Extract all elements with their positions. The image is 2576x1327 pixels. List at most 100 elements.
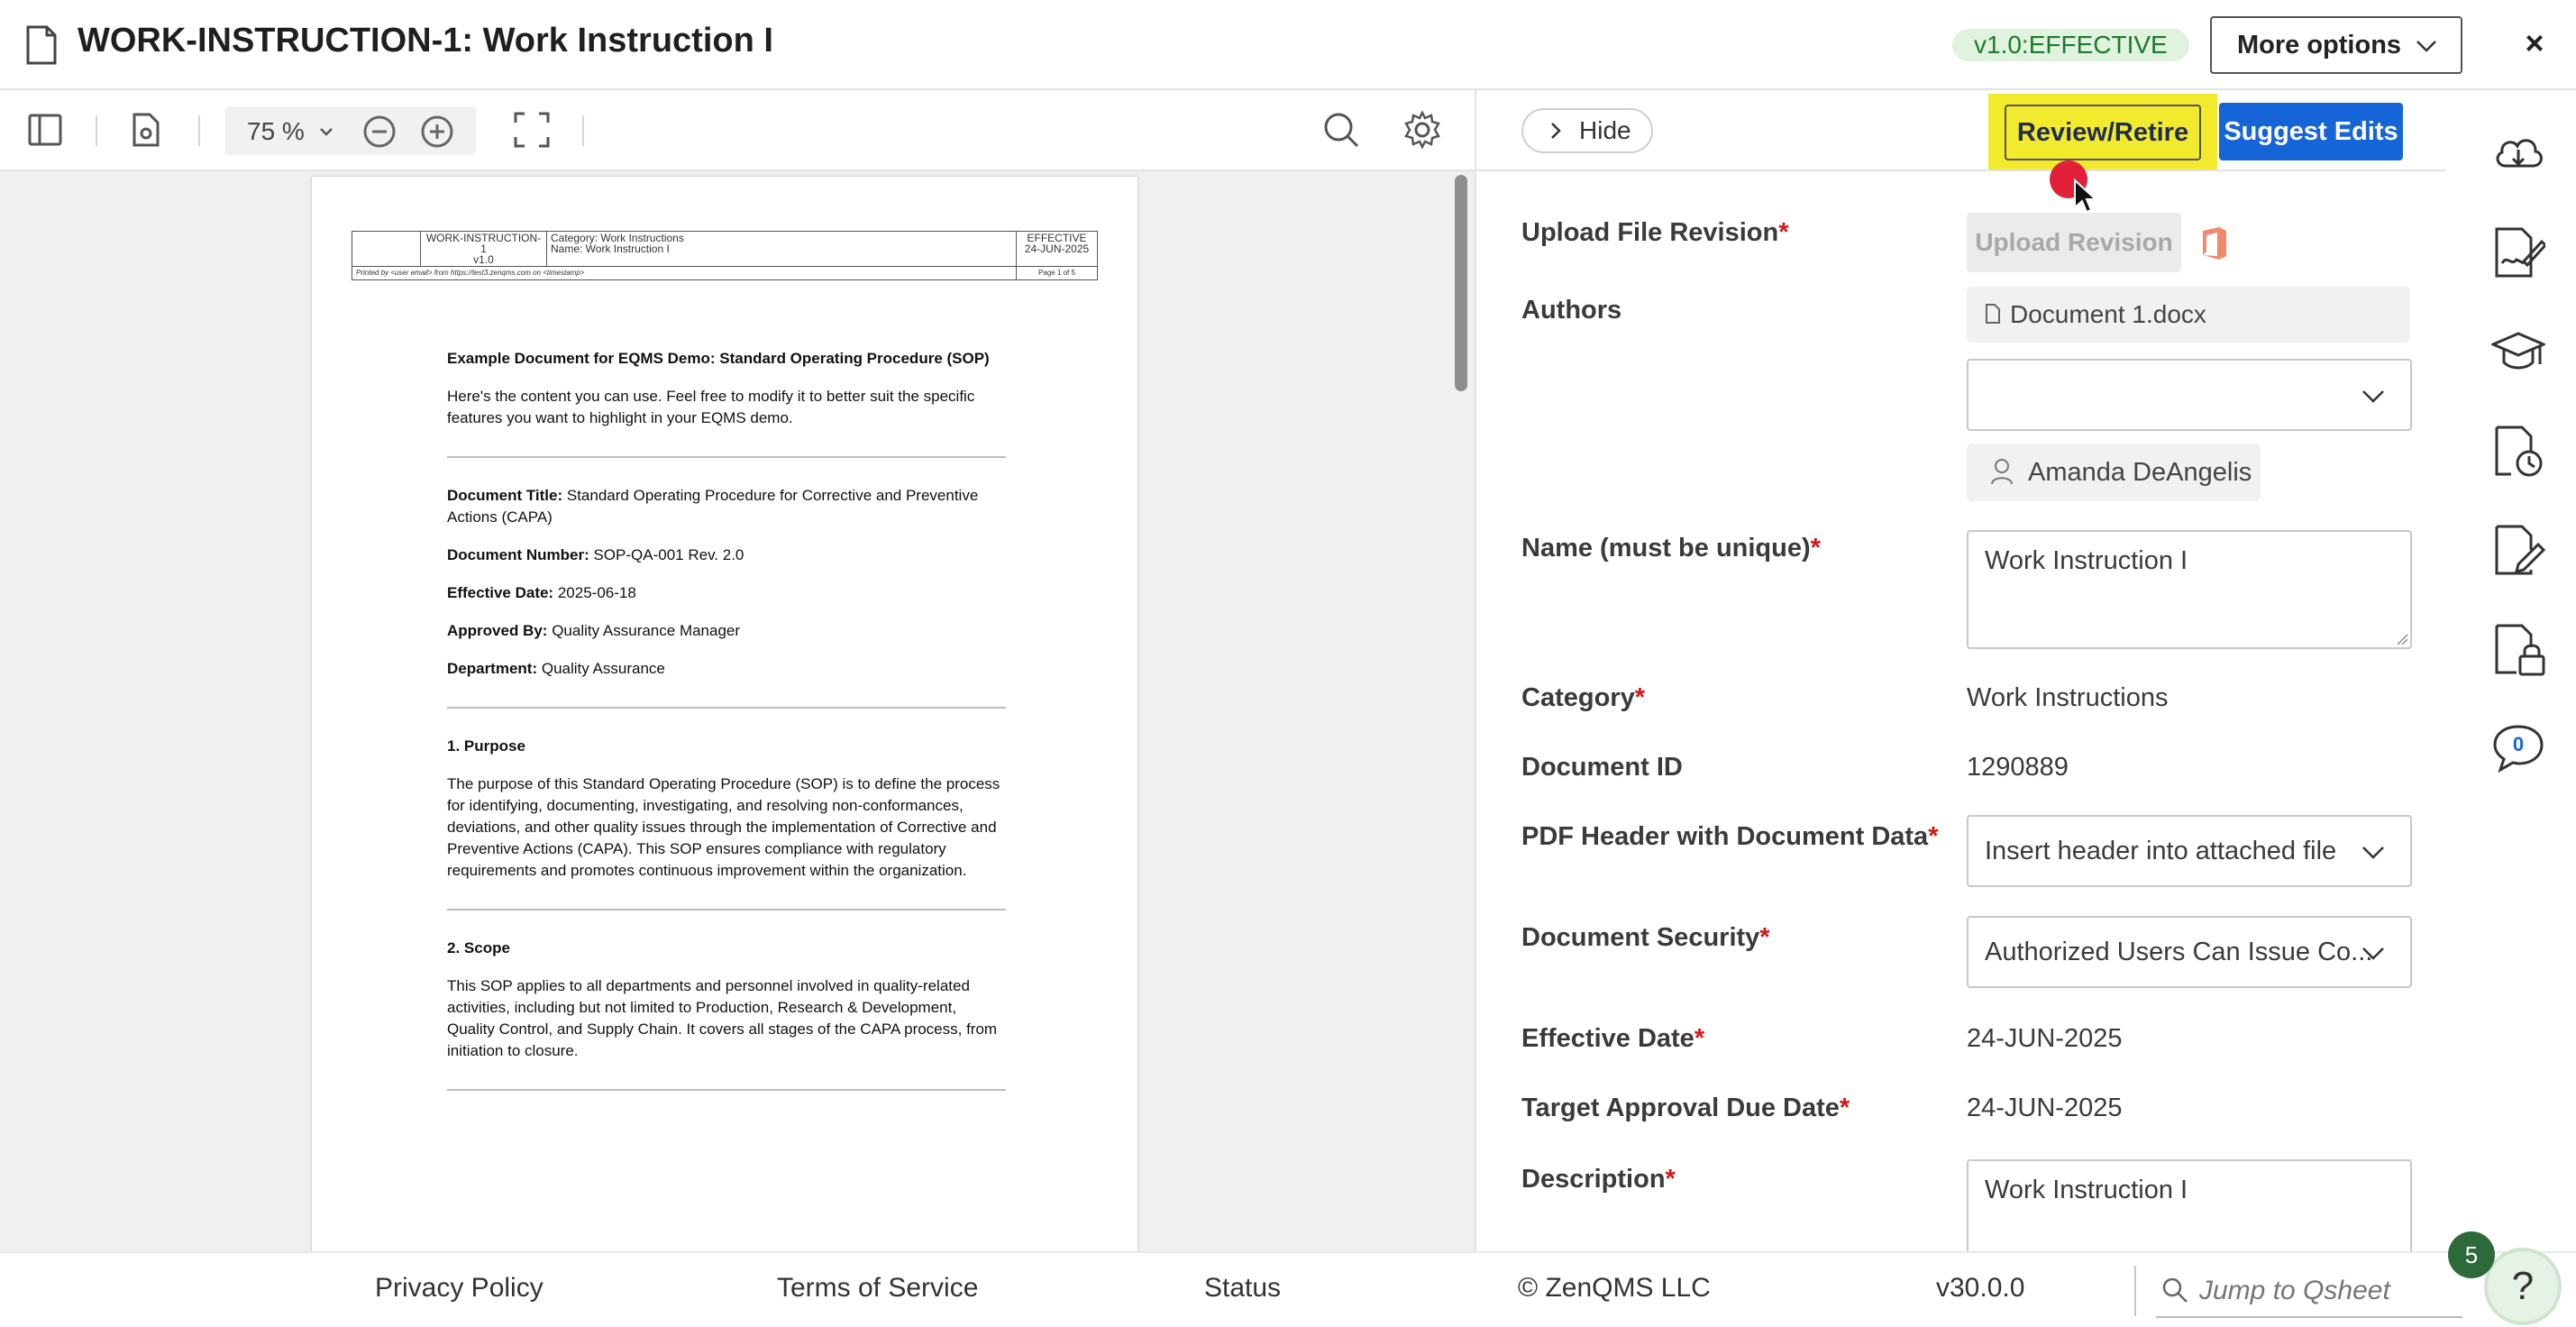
toolbar-divider (198, 115, 200, 146)
zoom-control: 75 % (225, 106, 476, 155)
search-document-button[interactable] (1318, 106, 1365, 153)
privacy-policy-link[interactable]: Privacy Policy (375, 1273, 544, 1304)
footer: Privacy Policy Terms of Service Status ©… (0, 1251, 2576, 1327)
search-icon (1324, 113, 1359, 148)
cloud-download-icon[interactable] (2491, 126, 2545, 180)
document-properties-panel: Hide Review/Retire Suggest Edits Upload … (1475, 90, 2464, 1258)
comments-button[interactable]: 0 (2491, 721, 2545, 775)
attached-file-chip[interactable]: Document 1.docx (1967, 287, 2410, 343)
top-bar: WORK-INSTRUCTION-1: Work Instruction I v… (0, 0, 2576, 90)
authors-label: Authors (1521, 296, 1622, 325)
document-settings-button[interactable] (123, 106, 169, 153)
pdf-header-select[interactable]: Insert header into attached file (1967, 815, 2412, 887)
pdf-header-select-value: Insert header into attached file (1985, 837, 2337, 865)
sidebar-icon (28, 114, 62, 146)
target-approval-date-label: Target Approval Due Date* (1521, 1094, 1850, 1122)
terms-link[interactable]: Terms of Service (777, 1273, 978, 1304)
document-id-value: 1290889 (1967, 753, 2069, 782)
document-security-label: Document Security* (1521, 923, 1770, 952)
doc-edit-icon[interactable] (2491, 523, 2545, 577)
header-printed-by: Printed by <user email> from https://tes… (352, 266, 1017, 280)
sidebar-toggle-button[interactable] (22, 106, 69, 153)
author-name: Amanda DeAngelis (2028, 458, 2252, 487)
review-retire-button[interactable]: Review/Retire (2005, 105, 2201, 160)
section-text: This SOP applies to all departments and … (447, 977, 998, 1059)
target-approval-date-value: 24-JUN-2025 (1967, 1094, 2123, 1122)
attached-file-name: Document 1.docx (2010, 300, 2206, 328)
document-security-select-value: Authorized Users Can Issue Co... (1985, 938, 2373, 966)
document-security-select[interactable]: Authorized Users Can Issue Co... (1967, 916, 2412, 988)
authors-select[interactable] (1967, 359, 2412, 431)
doc-gear-icon (132, 113, 160, 147)
user-icon (1991, 459, 2013, 485)
name-label: Name (must be unique)* (1521, 534, 1821, 563)
header-date: 24-JUN-2025 (1024, 243, 1090, 255)
description-field[interactable]: Work Instruction I (1967, 1159, 2412, 1258)
upload-revision-label: Upload File Revision* (1521, 218, 1789, 247)
name-field[interactable]: Work Instruction I (1967, 530, 2412, 649)
zoom-out-icon[interactable] (362, 114, 397, 149)
help-button[interactable]: ? (2484, 1248, 2562, 1325)
document-title: WORK-INSTRUCTION-1: Work Instruction I (78, 22, 773, 59)
content-intro: Here's the content you can use. Feel fre… (447, 388, 975, 426)
effective-date-label: Effective Date* (1521, 1024, 1705, 1053)
effective-date-value: 24-JUN-2025 (1967, 1024, 2123, 1053)
close-button[interactable]: × (2518, 23, 2551, 63)
meta-line: Document Number: SOP-QA-001 Rev. 2.0 (447, 546, 744, 563)
action-rail: 0 (2446, 90, 2576, 1251)
more-options-button[interactable]: More options (2210, 16, 2462, 74)
chevron-down-icon (2416, 41, 2436, 52)
viewer-settings-button[interactable] (1399, 106, 1446, 153)
fullscreen-button[interactable] (508, 106, 555, 153)
category-label: Category* (1521, 683, 1645, 712)
doc-history-icon[interactable] (2491, 424, 2545, 478)
search-icon (2162, 1277, 2188, 1303)
hide-panel-button[interactable]: Hide (1521, 108, 1653, 153)
meta-line: Department: Quality Assurance (447, 660, 665, 677)
author-chip[interactable]: Amanda DeAngelis (1967, 444, 2261, 501)
comment-count: 0 (2512, 733, 2525, 755)
copyright-text: © ZenQMS LLC (1518, 1273, 1711, 1303)
meta-line: Document Title: Standard Operating Proce… (447, 487, 979, 526)
content-divider (447, 1089, 1006, 1091)
meta-line: Approved By: Quality Assurance Manager (447, 622, 741, 639)
qsheet-search (2156, 1266, 2462, 1318)
graduation-cap-icon[interactable] (2491, 325, 2545, 379)
hide-label: Hide (1579, 116, 1631, 144)
pdf-page-content: Example Document for EQMS Demo: Standard… (447, 348, 1006, 1118)
zoom-in-icon[interactable] (420, 114, 454, 149)
description-field-value: Work Instruction I (1985, 1176, 2188, 1204)
status-link[interactable]: Status (1204, 1273, 1281, 1304)
content-divider (447, 909, 1006, 911)
document-id-label: Document ID (1521, 753, 1683, 782)
pdf-page-header: WORK-INSTRUCTION-1 v1.0 Category: Work I… (352, 231, 1098, 280)
viewer-toolbar: 75 % (0, 90, 1475, 171)
content-title: Example Document for EQMS Demo: Standard… (447, 350, 990, 367)
pdf-page: WORK-INSTRUCTION-1 v1.0 Category: Work I… (312, 177, 1137, 1251)
header-name: Name: Work Instruction I (551, 243, 670, 255)
chevron-down-icon (2362, 847, 2384, 859)
name-field-value: Work Instruction I (1985, 546, 2188, 575)
pdf-viewer[interactable]: WORK-INSTRUCTION-1 v1.0 Category: Work I… (0, 171, 1475, 1251)
header-doc-id: WORK-INSTRUCTION-1 (425, 232, 542, 255)
signature-doc-icon[interactable] (2491, 225, 2545, 279)
mouse-cursor-icon (2074, 178, 2098, 214)
notification-badge: 5 (2448, 1231, 2495, 1278)
file-icon (1986, 304, 2000, 324)
meta-line: Effective Date: 2025-06-18 (447, 584, 636, 601)
category-value: Work Instructions (1967, 683, 2169, 712)
pdf-header-label: PDF Header with Document Data* (1521, 822, 1939, 851)
qsheet-search-input[interactable] (2199, 1273, 2452, 1309)
chevron-down-icon[interactable] (314, 119, 339, 144)
office-icon[interactable] (2197, 225, 2230, 261)
doc-lock-icon[interactable] (2491, 622, 2545, 676)
suggest-edits-button[interactable]: Suggest Edits (2219, 103, 2403, 160)
gear-icon (1404, 111, 1440, 149)
panel-toolbar: Hide Review/Retire Suggest Edits (1476, 90, 2448, 214)
zoom-select[interactable]: 75 % (247, 117, 305, 146)
upload-revision-button[interactable]: Upload Revision (1967, 213, 2181, 272)
content-divider (447, 707, 1006, 709)
resize-handle-icon[interactable] (2396, 633, 2408, 645)
section-heading: 2. Scope (447, 939, 510, 956)
viewer-scrollbar[interactable] (1455, 175, 1467, 391)
